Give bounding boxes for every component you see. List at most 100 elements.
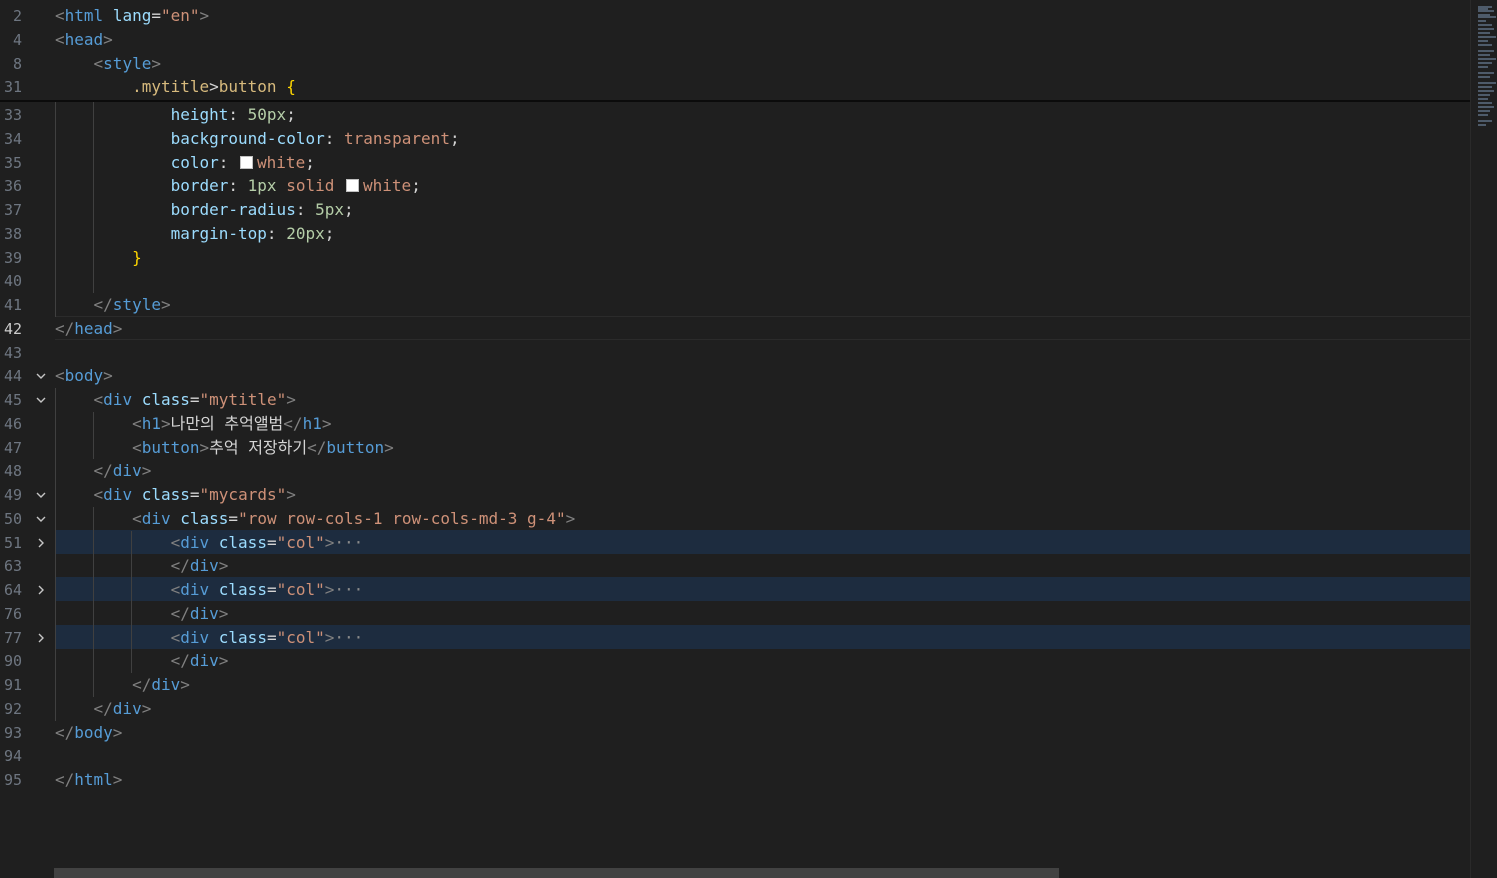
code-line[interactable]: 48 </div> bbox=[0, 459, 1470, 483]
minimap[interactable] bbox=[1478, 6, 1496, 136]
code-line[interactable]: 95 </html> bbox=[0, 768, 1470, 792]
code-line[interactable]: 4 <head> bbox=[0, 28, 1470, 52]
code-line[interactable]: 41 </style> bbox=[0, 293, 1470, 317]
code-text[interactable]: <div class="col">··· bbox=[55, 578, 364, 602]
code-line[interactable]: 77 <div class="col">··· bbox=[0, 626, 1470, 650]
code-line[interactable]: 42 </head> bbox=[0, 317, 1470, 341]
code-text[interactable]: <button>추억 저장하기</button> bbox=[55, 436, 394, 460]
code-text[interactable]: </div> bbox=[55, 554, 229, 578]
code-text[interactable]: </style> bbox=[55, 293, 171, 317]
code-line[interactable]: 34 background-color: transparent; bbox=[0, 127, 1470, 151]
code-token: "row row-cols-1 row-cols-md-3 g-4" bbox=[238, 509, 566, 528]
code-text[interactable]: margin-top: 20px; bbox=[55, 222, 335, 246]
code-line[interactable]: 44 <body> bbox=[0, 364, 1470, 388]
code-token: "col" bbox=[276, 628, 325, 647]
code-text[interactable]: } bbox=[55, 246, 142, 270]
code-text[interactable]: <head> bbox=[55, 28, 113, 52]
code-line[interactable]: 37 border-radius: 5px; bbox=[0, 198, 1470, 222]
chevron-down-icon[interactable] bbox=[33, 483, 49, 507]
code-text[interactable]: </div> bbox=[55, 602, 229, 626]
minimap-line bbox=[1478, 72, 1494, 74]
chevron-right-icon[interactable] bbox=[33, 531, 49, 555]
code-text[interactable]: <div class="mycards"> bbox=[55, 483, 296, 507]
code-text[interactable]: </div> bbox=[55, 697, 152, 721]
code-text[interactable]: <body> bbox=[55, 364, 113, 388]
color-swatch-icon[interactable] bbox=[346, 179, 360, 192]
chevron-right-icon[interactable] bbox=[33, 578, 49, 602]
code-line[interactable]: 2 <html lang="en"> bbox=[0, 4, 1470, 28]
code-line[interactable]: 63 </div> bbox=[0, 554, 1470, 578]
code-text[interactable]: .mytitle>button { bbox=[55, 75, 296, 99]
code-text[interactable]: <html lang="en"> bbox=[55, 4, 209, 28]
code-line[interactable]: 47 <button>추억 저장하기</button> bbox=[0, 436, 1470, 460]
minimap-line bbox=[1478, 94, 1490, 96]
code-text[interactable]: <div class="mytitle"> bbox=[55, 388, 296, 412]
code-line[interactable]: 94 bbox=[0, 744, 1470, 768]
code-token: > bbox=[160, 414, 171, 433]
code-token: style bbox=[112, 295, 161, 314]
code-text[interactable]: </head> bbox=[55, 317, 122, 341]
code-token: : bbox=[218, 153, 239, 172]
minimap-line bbox=[1478, 58, 1496, 60]
code-line[interactable]: 64 <div class="col">··· bbox=[0, 578, 1470, 602]
code-text[interactable]: color: white; bbox=[55, 151, 315, 175]
code-token: div bbox=[151, 675, 181, 694]
code-line[interactable]: 40 bbox=[0, 269, 1470, 293]
code-token: html bbox=[64, 6, 104, 25]
code-line[interactable]: 91 </div> bbox=[0, 673, 1470, 697]
code-text[interactable]: </div> bbox=[55, 673, 190, 697]
code-line[interactable]: 93 </body> bbox=[0, 721, 1470, 745]
code-text[interactable]: </html> bbox=[55, 768, 122, 792]
code-token: < bbox=[170, 580, 181, 599]
code-text[interactable]: background-color: transparent; bbox=[55, 127, 460, 151]
chevron-down-icon[interactable] bbox=[33, 364, 49, 388]
code-text[interactable]: <div class="col">··· bbox=[55, 626, 364, 650]
code-line[interactable]: 76 </div> bbox=[0, 602, 1470, 626]
line-number: 33 bbox=[3, 106, 22, 124]
code-line[interactable]: 49 <div class="mycards"> bbox=[0, 483, 1470, 507]
code-line[interactable]: 50 <div class="row row-cols-1 row-cols-m… bbox=[0, 507, 1470, 531]
code-token: ; bbox=[411, 176, 421, 195]
code-line[interactable]: 51 <div class="col">··· bbox=[0, 531, 1470, 555]
color-swatch-icon[interactable] bbox=[240, 156, 254, 169]
code-token: > bbox=[180, 675, 190, 694]
code-line[interactable]: 35 color: white; bbox=[0, 151, 1470, 175]
code-editor[interactable]: 2 <html lang="en"> 4 <head> 8 <style> 31 .myt… bbox=[0, 0, 1497, 878]
code-line[interactable]: 33 height: 50px; bbox=[0, 103, 1470, 127]
code-line[interactable]: 39 } bbox=[0, 246, 1470, 270]
chevron-down-icon[interactable] bbox=[33, 388, 49, 412]
code-line[interactable]: 8 <style> bbox=[0, 52, 1470, 76]
minimap-line bbox=[1478, 24, 1492, 26]
code-text[interactable]: </div> bbox=[55, 459, 152, 483]
code-text[interactable]: height: 50px; bbox=[55, 103, 296, 127]
minimap-line bbox=[1478, 50, 1494, 52]
code-line[interactable]: 31 .mytitle>button { bbox=[0, 75, 1470, 99]
code-line[interactable]: 92 </div> bbox=[0, 697, 1470, 721]
line-number: 38 bbox=[3, 225, 22, 243]
chevron-right-icon[interactable] bbox=[33, 626, 49, 650]
code-text[interactable]: </div> bbox=[55, 649, 229, 673]
code-text[interactable]: border-radius: 5px; bbox=[55, 198, 354, 222]
code-line[interactable]: 90 </div> bbox=[0, 649, 1470, 673]
code-text[interactable]: <div class="row row-cols-1 row-cols-md-3… bbox=[55, 507, 575, 531]
code-line[interactable]: 36 border: 1px solid white; bbox=[0, 174, 1470, 198]
code-token: > bbox=[103, 30, 113, 49]
code-line[interactable]: 45 <div class="mytitle"> bbox=[0, 388, 1470, 412]
code-text[interactable]: </body> bbox=[55, 721, 122, 745]
code-line[interactable]: 46 <h1>나만의 추억앨범</h1> bbox=[0, 412, 1470, 436]
code-token: border bbox=[170, 176, 229, 195]
code-token: transparent bbox=[343, 129, 450, 148]
code-text[interactable]: <h1>나만의 추억앨범</h1> bbox=[55, 412, 331, 436]
code-token: head bbox=[74, 319, 113, 338]
chevron-down-icon[interactable] bbox=[33, 507, 49, 531]
horizontal-scrollbar-thumb[interactable] bbox=[54, 868, 1059, 878]
code-text[interactable]: <style> bbox=[55, 52, 161, 76]
code-line[interactable]: 38 margin-top: 20px; bbox=[0, 222, 1470, 246]
code-line[interactable]: 43 bbox=[0, 341, 1470, 365]
line-number: 76 bbox=[3, 605, 22, 623]
code-text[interactable]: <div class="col">··· bbox=[55, 531, 364, 555]
code-text[interactable]: border: 1px solid white; bbox=[55, 174, 421, 198]
